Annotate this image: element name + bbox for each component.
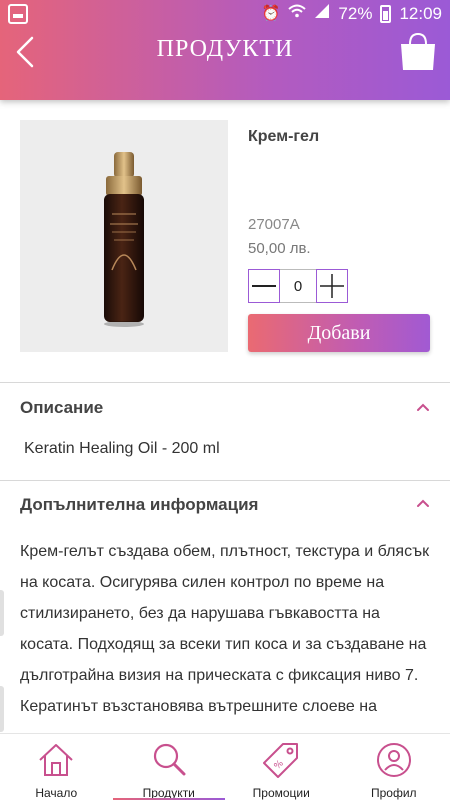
gallery-notification-icon <box>8 4 28 24</box>
cart-button[interactable] <box>398 30 438 74</box>
product-name: Крем-гел <box>248 128 320 145</box>
app-header: ⏰ 72% 12:09 ПРОДУКТИ <box>0 0 450 100</box>
edge-handle[interactable] <box>0 686 4 732</box>
wifi-icon <box>288 3 307 25</box>
status-icons: ⏰ 72% 12:09 <box>262 3 442 25</box>
page-title: ПРОДУКТИ <box>156 36 294 62</box>
battery-icon <box>380 5 392 23</box>
quantity-value[interactable]: 0 <box>280 269 316 303</box>
quantity-stepper: 0 <box>248 269 348 303</box>
tab-promotions[interactable]: % Промоции <box>225 734 338 800</box>
alarm-icon: ⏰ <box>261 5 281 22</box>
status-time: 12:09 <box>399 4 442 23</box>
plus-icon <box>320 274 344 298</box>
decrease-button[interactable] <box>248 269 280 303</box>
tab-label: Промоции <box>252 786 310 800</box>
profile-icon <box>376 743 411 777</box>
increase-button[interactable] <box>316 269 348 303</box>
add-to-cart-button[interactable]: Добави <box>248 314 430 352</box>
tag-icon: % <box>263 743 299 778</box>
product-sku: 27007A <box>248 216 300 233</box>
description-title[interactable]: Описание <box>20 398 103 418</box>
status-bar: ⏰ 72% 12:09 <box>0 0 450 28</box>
app-screen: ⏰ 72% 12:09 ПРОДУКТИ Крем-гел 27007A 50,… <box>0 0 450 800</box>
divider <box>0 382 450 383</box>
product-bottle-image <box>104 152 144 327</box>
divider <box>0 480 450 481</box>
product-price: 50,00 лв. <box>248 240 311 257</box>
tab-label: Профил <box>370 786 417 800</box>
tab-label: Начало <box>35 786 78 800</box>
signal-icon <box>314 3 330 25</box>
product-image[interactable] <box>20 120 228 352</box>
description-text: Keratin Healing Oil - 200 ml <box>24 440 220 457</box>
chevron-up-icon[interactable] <box>416 402 430 412</box>
additional-info-title[interactable]: Допълнителна информация <box>20 495 258 515</box>
minus-icon <box>252 285 276 287</box>
search-icon <box>153 743 186 776</box>
chevron-up-icon[interactable] <box>416 498 430 508</box>
tab-home[interactable]: Начало <box>0 734 113 800</box>
tab-profile[interactable]: Профил <box>338 734 450 800</box>
bottom-navigation: Начало Продукти % Промоции Профил <box>0 733 450 800</box>
home-icon <box>39 744 73 776</box>
battery-percent: 72% <box>338 4 373 23</box>
tab-products[interactable]: Продукти <box>112 734 225 800</box>
edge-handle[interactable] <box>0 590 4 636</box>
shopping-bag-icon <box>401 32 435 70</box>
